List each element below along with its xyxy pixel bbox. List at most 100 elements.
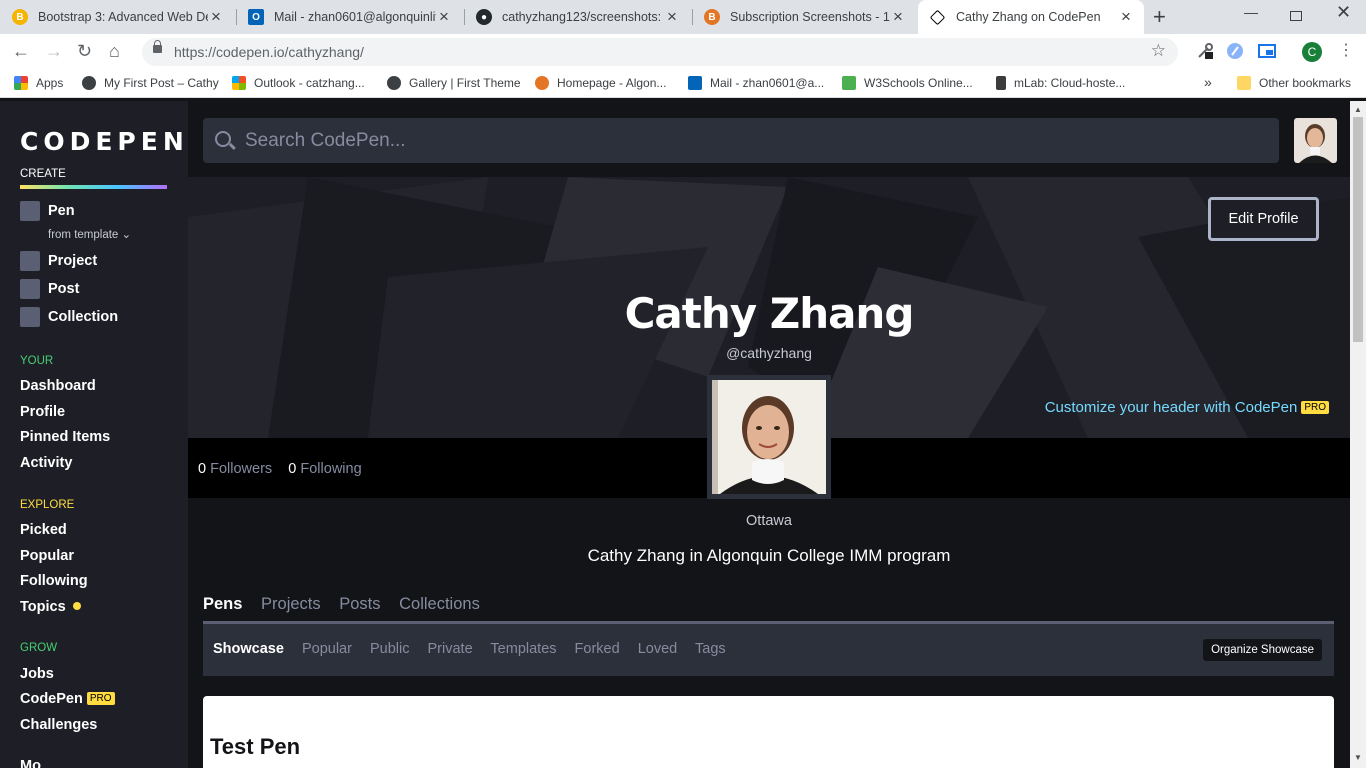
profile-location: Ottawa	[746, 513, 792, 529]
nav-following[interactable]: Following	[20, 573, 88, 589]
scroll-up-icon[interactable]: ▲	[1354, 105, 1362, 114]
filter-loved[interactable]: Loved	[638, 641, 678, 657]
codepen-logo[interactable]: CODEPEN	[20, 127, 189, 156]
from-template-link[interactable]: from template ⌄	[48, 227, 131, 241]
followers-link[interactable]: 0 Followers	[198, 461, 272, 477]
bookmark-mail[interactable]: Mail - zhan0601@a...	[688, 76, 824, 90]
customize-header-link[interactable]: Customize your header with CodePen PRO	[1045, 399, 1329, 416]
create-project[interactable]: Project	[20, 251, 97, 271]
search-bar[interactable]	[203, 118, 1279, 163]
bookmark-apps[interactable]: Apps	[14, 76, 63, 90]
close-icon[interactable]: ×	[436, 8, 452, 25]
forward-icon[interactable]: →	[45, 41, 63, 61]
bookmark-star-icon[interactable]: ☆	[1151, 41, 1166, 61]
brightspace-icon: B	[704, 9, 720, 25]
filter-public[interactable]: Public	[370, 641, 410, 657]
reload-icon[interactable]: ↻	[77, 41, 92, 61]
organize-showcase-button[interactable]: Organize Showcase	[1203, 639, 1322, 661]
extension-cast-icon[interactable]	[1258, 42, 1276, 60]
nav-activity[interactable]: Activity	[20, 455, 72, 471]
create-collection[interactable]: Collection	[20, 307, 118, 327]
tab-mail[interactable]: O Mail - zhan0601@algonquinliv ×	[236, 0, 462, 34]
nav-more[interactable]: Mo	[20, 758, 41, 768]
create-collection-label: Collection	[48, 309, 119, 325]
filter-showcase[interactable]: Showcase	[213, 641, 284, 657]
post-icon	[20, 279, 40, 299]
bookmarks-bar: Apps My First Post – Cathy Outlook - cat…	[0, 70, 1366, 98]
bookmark-outlook[interactable]: Outlook - catzhang...	[232, 76, 365, 90]
nav-topics[interactable]: Topics	[20, 599, 81, 615]
nav-topics-label: Topics	[20, 599, 66, 615]
create-post[interactable]: Post	[20, 279, 79, 299]
nav-dashboard[interactable]: Dashboard	[20, 378, 96, 394]
followers-label: Followers	[210, 461, 273, 477]
filter-tags[interactable]: Tags	[695, 641, 726, 657]
nav-picked[interactable]: Picked	[20, 522, 67, 538]
nav-pinned-items[interactable]: Pinned Items	[20, 429, 110, 445]
user-avatar[interactable]	[1294, 118, 1337, 163]
filter-private[interactable]: Private	[428, 641, 473, 657]
profile-avatar[interactable]: C	[1302, 42, 1322, 62]
menu-icon[interactable]: ⋮	[1338, 41, 1354, 61]
close-window-icon[interactable]: ✕	[1336, 2, 1351, 23]
bookmark-other[interactable]: Other bookmarks	[1237, 76, 1351, 90]
tab-title: Bootstrap 3: Advanced Web De	[38, 10, 208, 24]
following-link[interactable]: 0 Following	[288, 461, 361, 477]
tab-title: Cathy Zhang on CodePen	[956, 10, 1101, 24]
tab-bootstrap[interactable]: B Bootstrap 3: Advanced Web De ×	[0, 0, 234, 34]
pen-icon	[20, 201, 40, 221]
tab-pens[interactable]: Pens	[203, 595, 242, 613]
notification-dot	[72, 602, 81, 610]
back-icon[interactable]: ←	[12, 41, 30, 61]
pro-badge: PRO	[86, 692, 115, 705]
outlook-icon	[688, 76, 702, 90]
filter-forked[interactable]: Forked	[575, 641, 620, 657]
bookmarks-overflow-icon[interactable]: »	[1204, 74, 1212, 90]
collection-icon	[20, 307, 40, 327]
page-scrollbar[interactable]: ▲ ▼	[1350, 101, 1366, 768]
bookmark-w3schools[interactable]: W3Schools Online...	[842, 76, 973, 90]
bookmark-mlab[interactable]: mLab: Cloud-hoste...	[996, 76, 1125, 90]
mlab-icon	[996, 76, 1006, 90]
restore-icon[interactable]	[1290, 11, 1302, 21]
tab-subscription[interactable]: B Subscription Screenshots - 19! ×	[692, 0, 916, 34]
nav-profile[interactable]: Profile	[20, 404, 65, 420]
codepen-page: CODEPEN CREATE Pen from template ⌄ Proje…	[0, 101, 1366, 768]
home-icon[interactable]: ⌂	[109, 41, 120, 61]
close-icon[interactable]: ×	[208, 8, 224, 25]
search-input[interactable]	[245, 118, 1245, 163]
tab-title: cathyzhang123/screenshots: sc	[502, 10, 664, 24]
bookmark-homepage[interactable]: Homepage - Algon...	[535, 76, 666, 90]
tab-projects[interactable]: Projects	[261, 595, 321, 613]
bookmark-first-post[interactable]: My First Post – Cathy	[82, 76, 219, 90]
edit-profile-button[interactable]: Edit Profile	[1208, 197, 1319, 241]
address-bar[interactable]: https://codepen.io/cathyzhang/ ☆	[142, 38, 1178, 66]
nav-codepen-pro[interactable]: CodePen PRO	[20, 691, 115, 707]
tab-github[interactable]: ● cathyzhang123/screenshots: sc ×	[464, 0, 690, 34]
extension-globe-icon[interactable]	[1226, 42, 1244, 60]
bookmark-label: Other bookmarks	[1259, 76, 1352, 90]
new-tab-button[interactable]: +	[1153, 6, 1166, 28]
sidebar: CODEPEN CREATE Pen from template ⌄ Proje…	[0, 101, 188, 768]
pen-card[interactable]: Test Pen	[203, 696, 1334, 768]
tab-codepen[interactable]: Cathy Zhang on CodePen ×	[918, 0, 1144, 34]
create-pen[interactable]: Pen	[20, 201, 75, 221]
close-icon[interactable]: ×	[664, 8, 680, 25]
filter-popular[interactable]: Popular	[302, 641, 352, 657]
tab-posts[interactable]: Posts	[339, 595, 380, 613]
scrollbar-thumb[interactable]	[1353, 117, 1363, 342]
close-icon[interactable]: ×	[1118, 8, 1134, 25]
nav-popular[interactable]: Popular	[20, 548, 74, 564]
minimize-icon[interactable]: —	[1244, 4, 1258, 20]
filter-templates[interactable]: Templates	[490, 641, 556, 657]
grow-heading: GROW	[20, 642, 58, 654]
scroll-down-icon[interactable]: ▼	[1354, 753, 1362, 762]
url-host: https://codepen.io	[174, 44, 285, 60]
your-heading: YOUR	[20, 355, 54, 367]
bookmark-gallery[interactable]: Gallery | First Theme	[387, 76, 521, 90]
nav-jobs[interactable]: Jobs	[20, 666, 54, 682]
extension-tools-icon[interactable]	[1196, 42, 1214, 60]
close-icon[interactable]: ×	[890, 8, 906, 25]
tab-collections[interactable]: Collections	[399, 595, 480, 613]
nav-challenges[interactable]: Challenges	[20, 717, 97, 733]
